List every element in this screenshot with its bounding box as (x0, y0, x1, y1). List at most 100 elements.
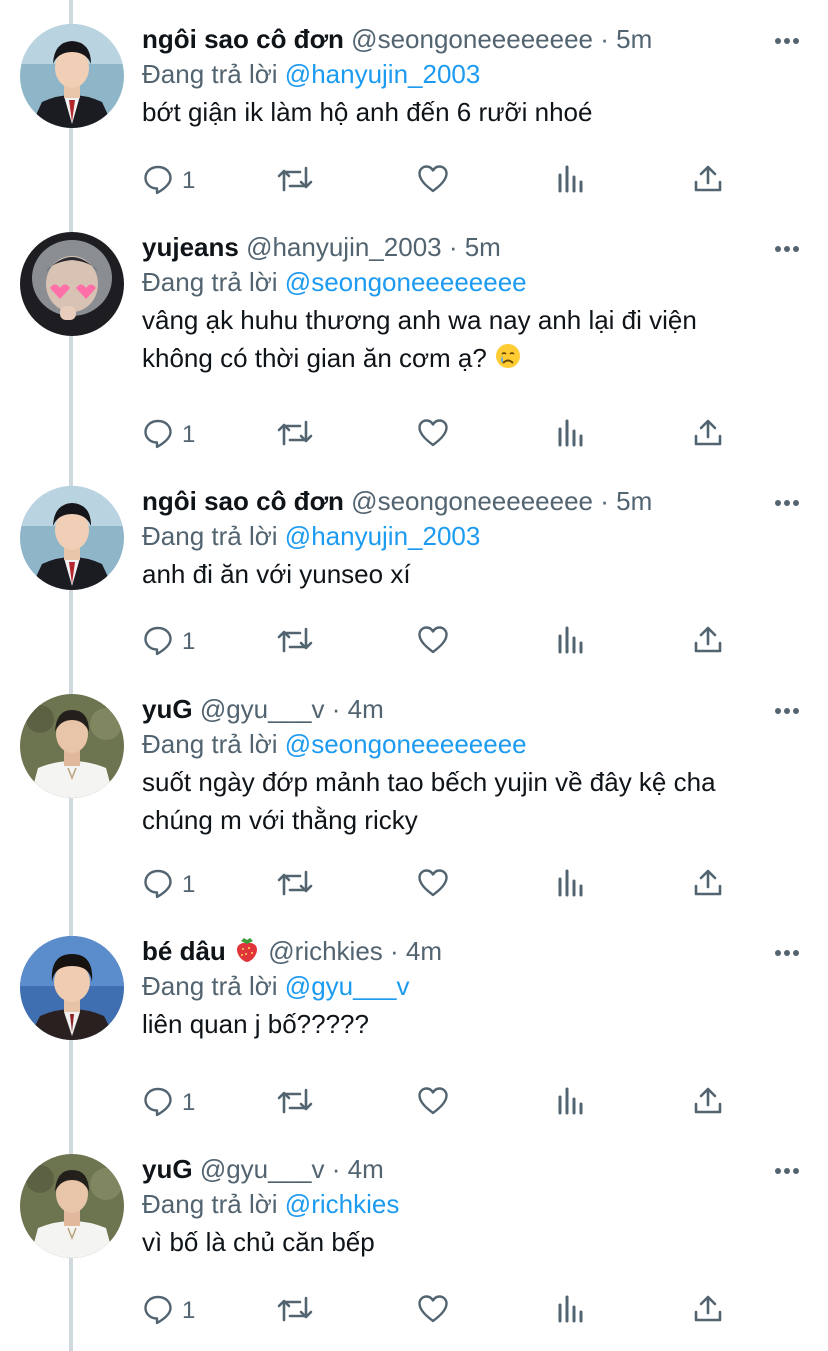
avatar[interactable] (20, 936, 124, 1040)
display-name[interactable]: yuG (142, 1154, 193, 1184)
reply-button[interactable]: 1 (142, 417, 195, 453)
retweet-icon (276, 624, 314, 661)
user-handle[interactable]: @gyu___v (200, 694, 325, 724)
tweet-header: ngôi sao cô đơn @seongoneeeeeeee · 5m (142, 484, 828, 518)
mention-link[interactable]: @seongoneeeeeeee (285, 267, 527, 297)
display-name[interactable]: yuG (142, 694, 193, 724)
like-button[interactable] (416, 1085, 450, 1121)
avatar[interactable] (20, 24, 124, 128)
display-name[interactable]: ngôi sao cô đơn (142, 24, 344, 54)
mention-link[interactable]: @gyu___v (285, 971, 410, 1001)
tweet-header: yujeans @hanyujin_2003 · 5m (142, 230, 828, 264)
tweet-text: suốt ngày đớp mảnh tao bếch yujin về đây… (142, 767, 716, 797)
analytics-button[interactable] (555, 1293, 587, 1329)
tweet-actions: 1 (142, 624, 782, 660)
tweet-text-line: suốt ngày đớp mảnh tao bếch yujin về đây… (142, 764, 828, 800)
timestamp[interactable]: 5m (465, 232, 501, 262)
more-options-icon[interactable] (774, 240, 800, 258)
reply-button[interactable]: 1 (142, 163, 195, 199)
timestamp[interactable]: 4m (348, 1154, 384, 1184)
replying-to: Đang trả lời @seongoneeeeeeee (142, 726, 828, 762)
user-handle[interactable]: @hanyujin_2003 (246, 232, 442, 262)
reply-icon (142, 624, 174, 661)
user-handle[interactable]: @seongoneeeeeeee (351, 486, 593, 516)
tweet-body: yuG @gyu___v · 4m Đang trả lời @seongonee… (142, 694, 828, 838)
share-button[interactable] (692, 417, 724, 453)
more-options-icon[interactable] (774, 702, 800, 720)
replying-to-label: Đang trả lời (142, 59, 278, 89)
tweet-actions: 1 (142, 163, 782, 199)
reply-button[interactable]: 1 (142, 624, 195, 660)
tweet-text-line: liên quan j bố????? (142, 1006, 828, 1042)
like-button[interactable] (416, 867, 450, 903)
mention-link[interactable]: @richkies (285, 1189, 400, 1219)
avatar[interactable] (20, 694, 124, 798)
avatar[interactable] (20, 232, 124, 336)
analytics-icon (555, 163, 587, 200)
retweet-icon (276, 1293, 314, 1330)
like-button[interactable] (416, 624, 450, 660)
mention-link[interactable]: @seongoneeeeeeee (285, 729, 527, 759)
analytics-button[interactable] (555, 867, 587, 903)
display-name[interactable]: bé dâu (142, 936, 226, 966)
reply-button[interactable]: 1 (142, 867, 195, 903)
analytics-button[interactable] (555, 163, 587, 199)
user-handle[interactable]: @richkies (268, 936, 383, 966)
tweet-text-line: bớt giận ik làm hộ anh đến 6 rưỡi nhoé (142, 94, 828, 130)
timestamp[interactable]: 5m (616, 486, 652, 516)
more-options-icon[interactable] (774, 32, 800, 50)
analytics-button[interactable] (555, 1085, 587, 1121)
share-button[interactable] (692, 624, 724, 660)
tweet-body: yuG @gyu___v · 4m Đang trả lời @richkies v… (142, 1154, 828, 1260)
retweet-button[interactable] (276, 867, 314, 903)
like-icon (416, 417, 450, 454)
share-button[interactable] (692, 1293, 724, 1329)
tweet-actions: 1 (142, 417, 782, 453)
display-name[interactable]: ngôi sao cô đơn (142, 486, 344, 516)
replying-to: Đang trả lời @hanyujin_2003 (142, 518, 828, 554)
timestamp[interactable]: 4m (348, 694, 384, 724)
timestamp[interactable]: 4m (406, 936, 442, 966)
retweet-button[interactable] (276, 417, 314, 453)
more-options-icon[interactable] (774, 494, 800, 512)
analytics-button[interactable] (555, 417, 587, 453)
timestamp[interactable]: 5m (616, 24, 652, 54)
share-icon (692, 1293, 724, 1330)
tweet-text: bớt giận ik làm hộ anh đến 6 rưỡi nhoé (142, 97, 593, 127)
like-icon (416, 867, 450, 904)
more-options-icon[interactable] (774, 1162, 800, 1180)
tweet-header: ngôi sao cô đơn @seongoneeeeeeee · 5m (142, 22, 828, 56)
mention-link[interactable]: @hanyujin_2003 (285, 521, 481, 551)
like-button[interactable] (416, 163, 450, 199)
retweet-button[interactable] (276, 624, 314, 660)
analytics-icon (555, 1293, 587, 1330)
analytics-button[interactable] (555, 624, 587, 660)
reply-icon (142, 867, 174, 904)
reply-button[interactable]: 1 (142, 1293, 195, 1329)
retweet-button[interactable] (276, 163, 314, 199)
retweet-button[interactable] (276, 1293, 314, 1329)
user-handle[interactable]: @gyu___v (200, 1154, 325, 1184)
like-button[interactable] (416, 417, 450, 453)
share-button[interactable] (692, 867, 724, 903)
like-button[interactable] (416, 1293, 450, 1329)
replying-to-label: Đang trả lời (142, 521, 278, 551)
user-handle[interactable]: @seongoneeeeeeee (351, 24, 593, 54)
tweet-text-line: vâng ạk huhu thương anh wa nay anh lại đ… (142, 302, 828, 338)
reply-button[interactable]: 1 (142, 1085, 195, 1121)
more-options-icon[interactable] (774, 944, 800, 962)
share-button[interactable] (692, 163, 724, 199)
mention-link[interactable]: @hanyujin_2003 (285, 59, 481, 89)
display-name[interactable]: yujeans (142, 232, 239, 262)
replying-to-label: Đang trả lời (142, 729, 278, 759)
like-icon (416, 1085, 450, 1122)
avatar[interactable] (20, 486, 124, 590)
analytics-icon (555, 417, 587, 454)
share-button[interactable] (692, 1085, 724, 1121)
tweet-text-line: anh đi ăn với yunseo xí (142, 556, 828, 592)
replying-to: Đang trả lời @hanyujin_2003 (142, 56, 828, 92)
reply-icon (142, 1085, 174, 1122)
tweet-text: chúng m với thằng ricky (142, 805, 418, 835)
avatar[interactable] (20, 1154, 124, 1258)
retweet-button[interactable] (276, 1085, 314, 1121)
